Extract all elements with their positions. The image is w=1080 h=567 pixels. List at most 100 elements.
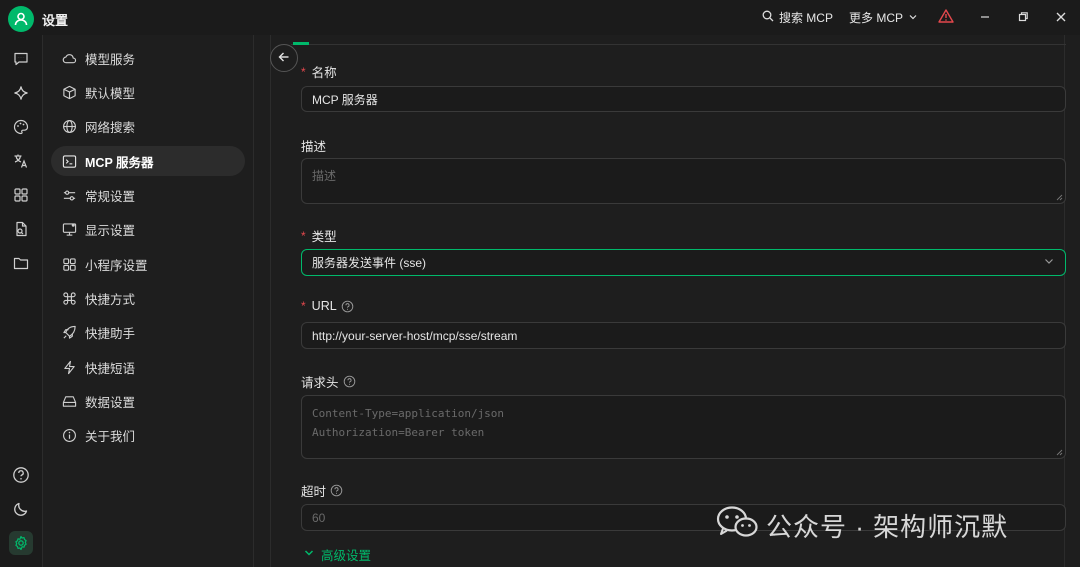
type-label-row: * 类型: [301, 226, 337, 245]
description-placeholder: 描述: [312, 169, 337, 183]
settings-nav: 模型服务 默认模型 网络搜索 MCP 服务器 常规设置 显示设置 小程序设置 快…: [43, 35, 254, 567]
warning-icon: [938, 9, 954, 26]
cube-icon: [61, 84, 77, 100]
question-circle-icon[interactable]: [341, 300, 354, 313]
headers-label-row: 请求头: [301, 372, 356, 391]
sparkle-icon[interactable]: [9, 81, 33, 105]
folder-icon[interactable]: [9, 251, 33, 275]
question-circle-icon[interactable]: [343, 375, 356, 388]
required-marker: *: [301, 228, 306, 243]
help-icon[interactable]: [9, 463, 33, 487]
nav-item-miniapp-settings[interactable]: 小程序设置: [51, 249, 245, 279]
chat-icon[interactable]: [9, 47, 33, 71]
name-input-value: MCP 服务器: [312, 92, 378, 107]
chevron-down-icon: [908, 11, 918, 25]
translate-icon[interactable]: [9, 149, 33, 173]
timeout-label: 超时: [301, 485, 327, 499]
url-input-value: http://your-server-host/mcp/sse/stream: [312, 328, 518, 343]
search-mcp-label: 搜索 MCP: [778, 11, 833, 25]
nav-item-label: 关于我们: [85, 429, 136, 444]
nav-item-mcp-server[interactable]: MCP 服务器: [51, 146, 245, 176]
cloud-icon: [61, 50, 77, 66]
nav-item-label: 默认模型: [85, 86, 136, 101]
hard-drive-icon: [61, 393, 77, 409]
nav-item-quick-assistant[interactable]: 快捷助手: [51, 317, 245, 347]
moon-icon[interactable]: [9, 497, 33, 521]
nav-item-default-model[interactable]: 默认模型: [51, 77, 245, 107]
restore-button[interactable]: [1004, 0, 1042, 35]
search-icon: [762, 10, 774, 25]
chevron-down-icon: [303, 547, 315, 562]
mcp-server-form: * 名称 MCP 服务器 描述 描述 * 类型 服务器发送事件 (sse) * …: [270, 35, 1066, 567]
required-marker: *: [301, 299, 306, 313]
type-select[interactable]: 服务器发送事件 (sse): [301, 249, 1066, 276]
palette-icon[interactable]: [9, 115, 33, 139]
arrow-left-icon: [278, 51, 290, 66]
description-label: 描述: [301, 140, 327, 154]
nav-item-label: 数据设置: [85, 395, 136, 410]
nav-item-model-service[interactable]: 模型服务: [51, 43, 245, 73]
grid-icon: [61, 256, 77, 272]
resize-handle-icon[interactable]: [1055, 448, 1063, 456]
rocket-icon: [61, 324, 77, 340]
info-icon: [61, 427, 77, 443]
nav-item-quick-phrases[interactable]: 快捷短语: [51, 352, 245, 382]
timeout-label-row: 超时: [301, 481, 343, 500]
nav-item-label: 网络搜索: [85, 120, 136, 135]
nav-item-shortcuts[interactable]: 快捷方式: [51, 283, 245, 313]
title-bar: 设置 搜索 MCP 更多 MCP: [0, 0, 1080, 35]
more-mcp-dropdown[interactable]: 更多 MCP: [841, 0, 926, 35]
headers-placeholder-line-2: Authorization=Bearer token: [312, 426, 485, 439]
icon-rail: [0, 35, 43, 567]
restore-icon: [1018, 11, 1028, 25]
type-label: 类型: [311, 230, 337, 244]
minimize-icon: [980, 11, 990, 25]
question-circle-icon[interactable]: [330, 484, 343, 497]
advanced-settings-label: 高级设置: [321, 549, 372, 563]
back-button[interactable]: [270, 44, 298, 72]
apps-grid-icon[interactable]: [9, 183, 33, 207]
wechat-watermark: 公众号 · 架构师沉默: [716, 505, 1008, 546]
resize-handle-icon[interactable]: [1055, 193, 1063, 201]
advanced-settings-toggle[interactable]: 高级设置: [303, 545, 371, 564]
nav-item-label: 常规设置: [85, 189, 136, 204]
settings-gear-icon[interactable]: [9, 531, 33, 555]
search-mcp-button[interactable]: 搜索 MCP: [754, 0, 841, 35]
description-textarea[interactable]: 描述: [301, 158, 1066, 204]
nav-item-label: 小程序设置: [85, 258, 148, 273]
nav-item-label: MCP 服务器: [85, 155, 154, 170]
nav-item-data-settings[interactable]: 数据设置: [51, 386, 245, 416]
more-mcp-label: 更多 MCP: [848, 11, 903, 25]
warning-button[interactable]: [926, 0, 966, 35]
nav-item-display-settings[interactable]: 显示设置: [51, 214, 245, 244]
nav-item-label: 快捷助手: [85, 326, 136, 341]
file-search-icon[interactable]: [9, 217, 33, 241]
nav-item-web-search[interactable]: 网络搜索: [51, 111, 245, 141]
url-label: URL: [311, 299, 337, 313]
name-input[interactable]: MCP 服务器: [301, 86, 1066, 112]
required-marker: *: [301, 64, 306, 79]
nav-item-general-settings[interactable]: 常规设置: [51, 180, 245, 210]
minimize-button[interactable]: [966, 0, 1004, 35]
user-avatar-icon[interactable]: [8, 6, 34, 32]
window-title: 设置: [42, 13, 69, 28]
type-select-value: 服务器发送事件 (sse): [312, 256, 427, 270]
nav-item-label: 快捷方式: [85, 292, 136, 307]
sliders-icon: [61, 187, 77, 203]
close-icon: [1056, 11, 1066, 25]
url-input[interactable]: http://your-server-host/mcp/sse/stream: [301, 322, 1066, 349]
name-label-row: * 名称: [301, 62, 337, 81]
headers-placeholder-line-1: Content-Type=application/json: [312, 407, 505, 420]
command-icon: [61, 290, 77, 306]
nav-item-about[interactable]: 关于我们: [51, 420, 245, 450]
nav-item-label: 快捷短语: [85, 361, 136, 376]
chevron-down-icon: [1043, 255, 1055, 270]
close-button[interactable]: [1042, 0, 1080, 35]
tab-divider: [291, 44, 1066, 45]
terminal-icon: [61, 153, 77, 169]
name-label: 名称: [311, 66, 337, 80]
headers-textarea[interactable]: Content-Type=application/json Authorizat…: [301, 395, 1066, 459]
timeout-placeholder: 60: [312, 510, 326, 525]
monitor-icon: [61, 221, 77, 237]
nav-item-label: 模型服务: [85, 52, 136, 67]
